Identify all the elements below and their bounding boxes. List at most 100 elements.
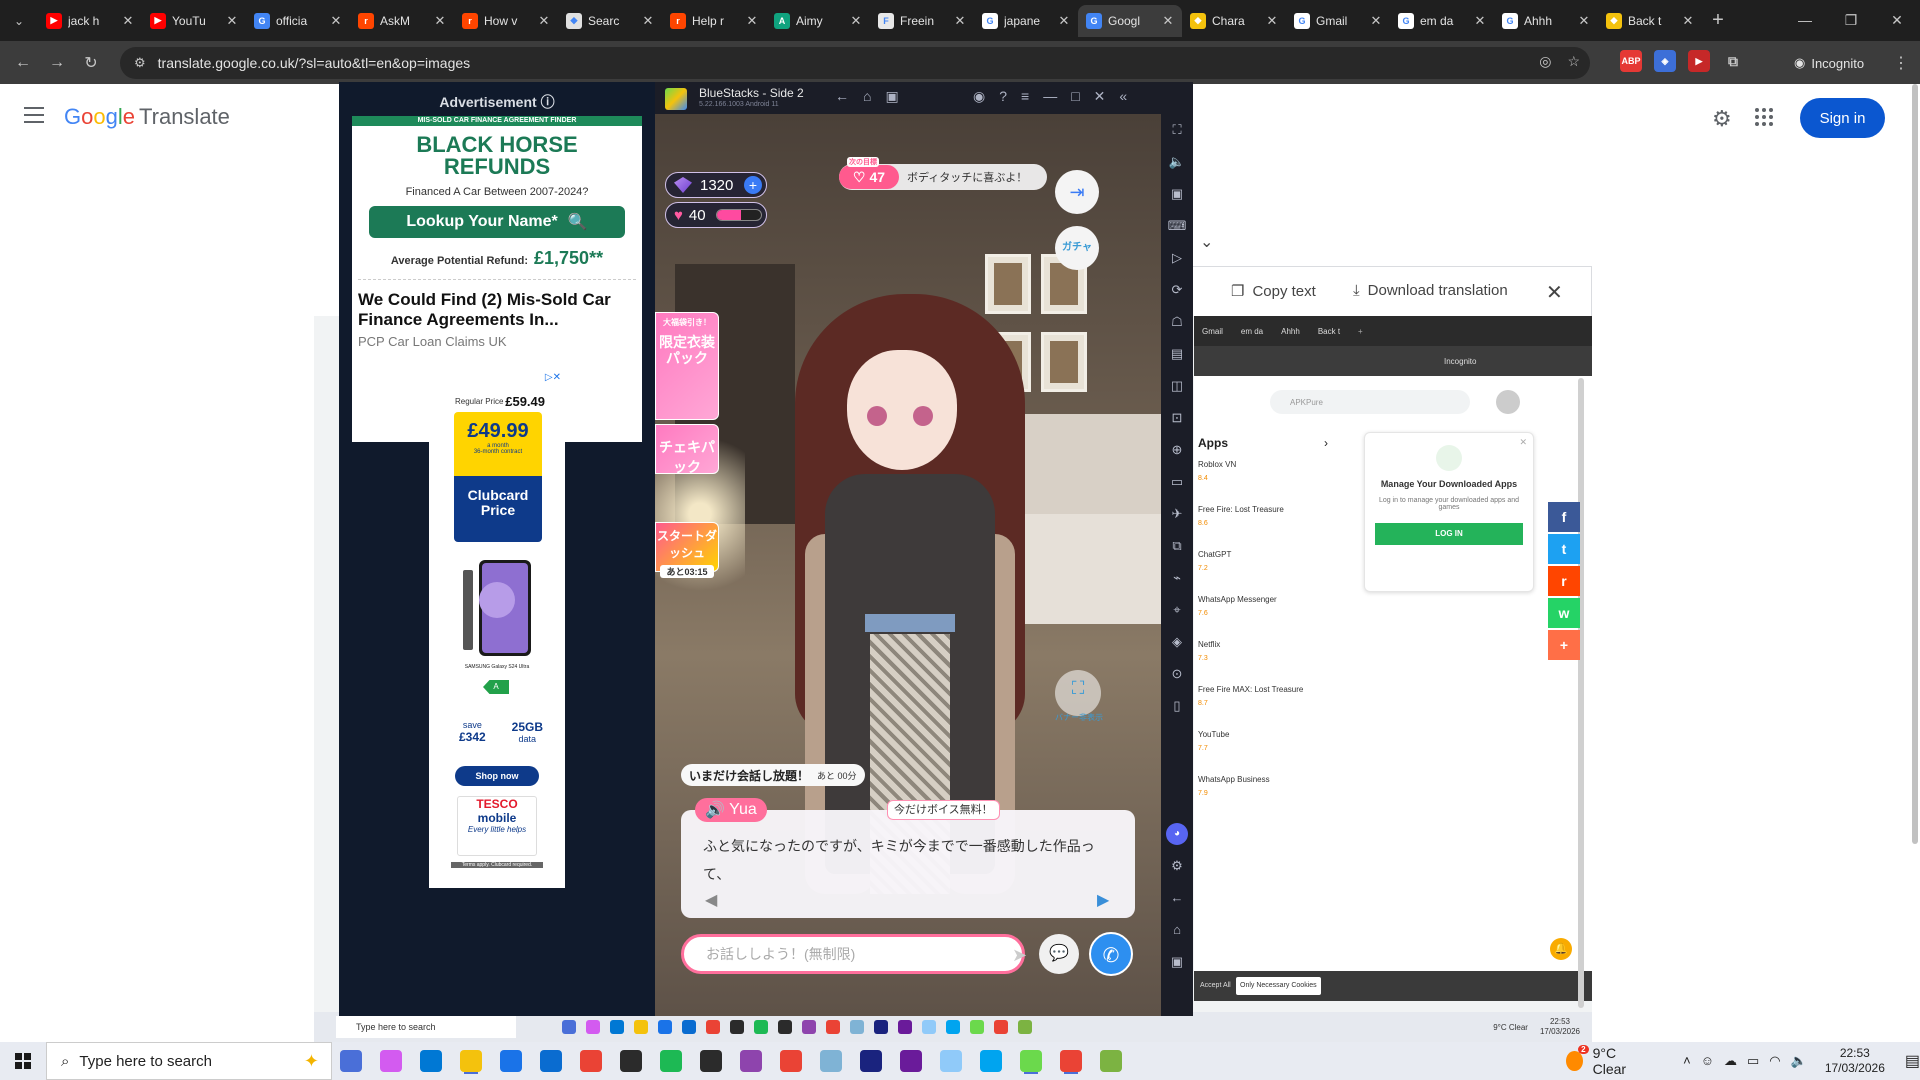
google-apps-icon[interactable] bbox=[1755, 108, 1773, 126]
taskbar-app-icon[interactable] bbox=[980, 1050, 1002, 1072]
download-translation-button[interactable]: ⤓ Download translation bbox=[1353, 282, 1508, 299]
eco-icon[interactable]: ⌁ bbox=[1161, 562, 1193, 594]
extensions-puzzle-icon[interactable]: ⧉ bbox=[1722, 50, 1744, 72]
recent-apps-icon[interactable]: ▣ bbox=[885, 88, 898, 105]
close-tab-icon[interactable]: ✕ bbox=[848, 13, 864, 29]
address-bar[interactable]: ⚙ translate.google.co.uk/?sl=auto&tl=en&… bbox=[120, 47, 1590, 79]
browser-tab[interactable]: ▶ YouTu ✕ bbox=[142, 5, 246, 37]
call-button[interactable]: ✆ bbox=[1089, 932, 1133, 976]
shield-extension-icon[interactable]: ◈ bbox=[1654, 50, 1676, 72]
incognito-indicator[interactable]: ◉ Incognito bbox=[1784, 50, 1874, 76]
send-icon[interactable]: ➤ bbox=[1012, 945, 1027, 966]
copy-text-button[interactable]: ❐ Copy text bbox=[1231, 282, 1316, 301]
taskbar-app-icon[interactable] bbox=[820, 1050, 842, 1072]
browser-tab[interactable]: Gjapane ✕ bbox=[974, 5, 1078, 37]
volume-icon[interactable]: 🔈 bbox=[1161, 146, 1193, 178]
notification-center-icon[interactable]: ▤2 bbox=[1905, 1051, 1920, 1071]
browser-tab[interactable]: G Ahhh ✕ bbox=[1494, 5, 1598, 37]
taskbar-app-icon[interactable] bbox=[620, 1050, 642, 1072]
browser-tab[interactable]: r AskM ✕ bbox=[350, 5, 454, 37]
lookup-name-button[interactable]: Lookup Your Name* 🔍 bbox=[369, 206, 625, 238]
airplane-icon[interactable]: ✈ bbox=[1161, 498, 1193, 530]
back-arrow-icon[interactable]: ← bbox=[1161, 882, 1193, 914]
tesco-mobile-ad[interactable]: ▷✕ Regular Price £59.49 £49.99 a month 36-m… bbox=[429, 370, 565, 888]
advertisement-label[interactable]: Advertisement ⓘ bbox=[339, 92, 655, 112]
browser-tab[interactable]: ◆ Back t ✕ bbox=[1598, 5, 1702, 37]
sync-icon[interactable]: ⊙ bbox=[1161, 658, 1193, 690]
tab-search-button[interactable]: ⌄ bbox=[0, 0, 38, 41]
browser-menu-icon[interactable]: ⋮ bbox=[1884, 53, 1918, 73]
previous-line-icon[interactable]: ◀ bbox=[705, 890, 717, 910]
next-goal-banner[interactable]: 次の目標 ♡ 47 ボディタッチに喜ぶよ！ bbox=[839, 157, 1047, 190]
maximize-icon[interactable]: □ bbox=[1071, 88, 1079, 105]
browser-tab[interactable]: A Aimy ✕ bbox=[766, 5, 870, 37]
rotate-icon[interactable]: ⟳ bbox=[1161, 274, 1193, 306]
help-icon[interactable]: ? bbox=[999, 88, 1007, 105]
browser-tab[interactable]: Gem da ✕ bbox=[1390, 5, 1494, 37]
wifi-icon[interactable]: ◠ bbox=[1769, 1053, 1780, 1069]
robot-icon[interactable]: ☖ bbox=[1161, 306, 1193, 338]
volume-icon[interactable]: 🔈 bbox=[1791, 1053, 1807, 1069]
close-tab-icon[interactable]: ✕ bbox=[640, 13, 656, 29]
taskbar-app-icon[interactable] bbox=[940, 1050, 962, 1072]
taskbar-app-icon[interactable] bbox=[780, 1050, 802, 1072]
browser-tab[interactable]: Gofficia ✕ bbox=[246, 5, 350, 37]
home-icon[interactable]: ⌂ bbox=[1161, 914, 1193, 946]
weather-icon[interactable]: 2 bbox=[1566, 1045, 1589, 1071]
screenshot-icon[interactable]: ◫ bbox=[1161, 370, 1193, 402]
browser-tab[interactable]: ◆ Searc ✕ bbox=[558, 5, 662, 37]
fullscreen-icon[interactable]: ⛶ bbox=[1161, 114, 1193, 146]
taskbar-app-icon[interactable] bbox=[420, 1050, 442, 1072]
sidebar-toggle-icon[interactable]: ▯ bbox=[1161, 690, 1193, 722]
taskbar-app-icon[interactable] bbox=[460, 1050, 482, 1072]
video-extension-icon[interactable]: ▶ bbox=[1688, 50, 1710, 72]
close-tab-icon[interactable]: ✕ bbox=[744, 13, 760, 29]
layers-icon[interactable]: ◈ bbox=[1161, 626, 1193, 658]
clock[interactable]: 22:53 17/03/2026 bbox=[1825, 1046, 1885, 1076]
taskbar-app-icon[interactable] bbox=[1060, 1050, 1082, 1072]
settings-gear-icon[interactable]: ⚙ bbox=[1712, 106, 1732, 132]
google-translate-logo[interactable]: Google Translate bbox=[64, 104, 230, 130]
main-menu-icon[interactable] bbox=[24, 107, 44, 128]
record-icon[interactable]: ⊡ bbox=[1161, 402, 1193, 434]
taskbar-app-icon[interactable] bbox=[860, 1050, 882, 1072]
forward-button[interactable]: → bbox=[40, 54, 74, 72]
back-button[interactable]: ← bbox=[6, 54, 40, 72]
game-screen[interactable]: 1320 + ♥ 40 次の目標 ♡ 47 ボディタッチに喜ぶよ！ ⇥ ガチャ … bbox=[655, 114, 1161, 1016]
sign-in-button[interactable]: Sign in bbox=[1800, 98, 1885, 138]
browser-tab[interactable]: F Freein ✕ bbox=[870, 5, 974, 37]
fps-icon[interactable]: ▤ bbox=[1161, 338, 1193, 370]
gacha-button[interactable]: ガチャ bbox=[1055, 226, 1099, 270]
close-tab-icon[interactable]: ✕ bbox=[1160, 13, 1176, 29]
browser-tab[interactable]: ◆ Chara ✕ bbox=[1182, 5, 1286, 37]
cloud-icon[interactable]: ☁ bbox=[1724, 1053, 1737, 1069]
eye-off-icon[interactable]: ◎ bbox=[1539, 53, 1551, 70]
reload-button[interactable]: ↻ bbox=[74, 53, 108, 73]
taskbar-app-icon[interactable] bbox=[660, 1050, 682, 1072]
shop-now-button[interactable]: Shop now bbox=[455, 766, 539, 786]
close-tab-icon[interactable]: ✕ bbox=[1576, 13, 1592, 29]
account-icon[interactable]: ◉ bbox=[973, 88, 985, 105]
recent-apps-icon[interactable]: ▣ bbox=[1161, 946, 1193, 978]
hide-banner-button[interactable]: ⛶ バナー非表示 bbox=[1055, 670, 1103, 722]
home-icon[interactable]: ⌂ bbox=[863, 88, 871, 105]
close-tab-icon[interactable]: ✕ bbox=[952, 13, 968, 29]
close-icon[interactable]: ✕ bbox=[1094, 88, 1106, 105]
taskbar-search-box[interactable]: ⌕ Type here to search ✦ bbox=[46, 1042, 332, 1080]
folder-icon[interactable]: ▭ bbox=[1161, 466, 1193, 498]
macro-icon[interactable]: ▷ bbox=[1161, 242, 1193, 274]
chevron-up-icon[interactable]: ˄ bbox=[1683, 1053, 1691, 1069]
chevron-down-icon[interactable]: ⌄ bbox=[1200, 232, 1213, 252]
keyboard-icon[interactable]: ⌨ bbox=[1161, 210, 1193, 242]
multi-instance-icon[interactable]: ⧉ bbox=[1161, 530, 1193, 562]
close-window-button[interactable]: ✕ bbox=[1874, 0, 1920, 41]
settings-gear-icon[interactable]: ⚙ bbox=[1161, 850, 1193, 882]
browser-tab[interactable]: G Googl ✕ bbox=[1078, 4, 1182, 37]
menu-icon[interactable]: ≡ bbox=[1021, 88, 1029, 105]
taskbar-app-icon[interactable] bbox=[1100, 1050, 1122, 1072]
close-tab-icon[interactable]: ✕ bbox=[1368, 13, 1384, 29]
close-tab-icon[interactable]: ✕ bbox=[1056, 13, 1072, 29]
restore-button[interactable]: ❐ bbox=[1828, 0, 1874, 41]
close-tab-icon[interactable]: ✕ bbox=[1472, 13, 1488, 29]
people-icon[interactable]: ☺ bbox=[1701, 1053, 1714, 1069]
